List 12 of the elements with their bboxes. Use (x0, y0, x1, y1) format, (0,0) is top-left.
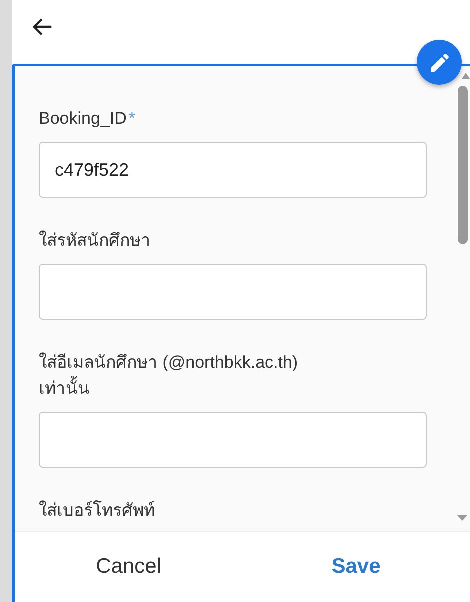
field-label: Booking_ID (39, 109, 127, 128)
input-field[interactable]: c479f522 (39, 142, 427, 198)
field-label: ใส่อีเมลนักศึกษา (@northbkk.ac.th) เท่านั้น (39, 353, 298, 398)
scroll-up-icon[interactable] (462, 72, 470, 80)
save-button[interactable]: Save (242, 532, 470, 602)
required-asterisk: * (128, 109, 136, 128)
field-label: ใส่เบอร์โทรศัพท์ (39, 501, 155, 520)
field-label: ใส่รหัสนักศึกษา (39, 231, 151, 250)
input-field[interactable] (39, 412, 427, 468)
input-field[interactable] (39, 264, 427, 320)
cancel-button[interactable]: Cancel (15, 532, 242, 602)
edit-button[interactable] (417, 40, 462, 85)
